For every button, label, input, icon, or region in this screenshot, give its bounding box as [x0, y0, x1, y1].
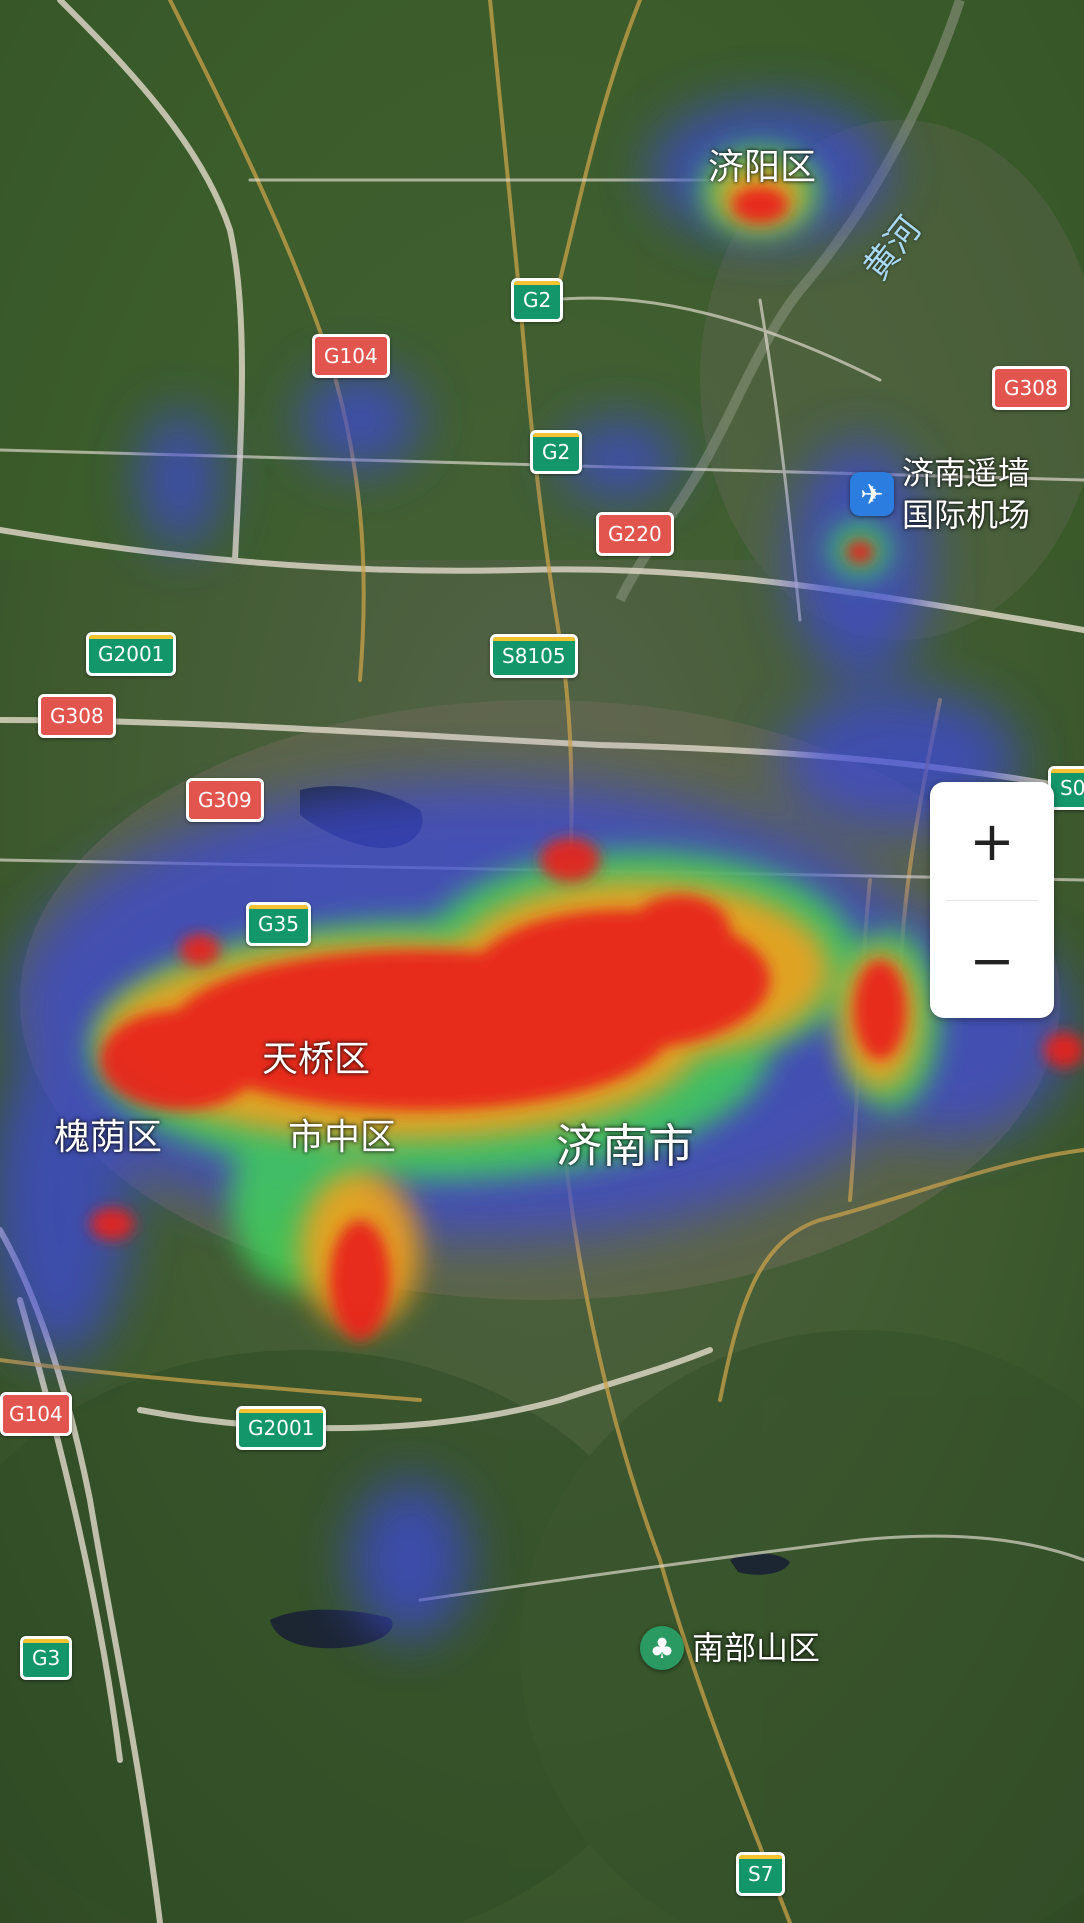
road-shield-g35[interactable]: G35 — [246, 902, 311, 946]
road-shield-g2001-west[interactable]: G2001 — [86, 632, 177, 676]
road-shield-g308-west[interactable]: G308 — [38, 694, 116, 738]
road-shield-g2001-south[interactable]: G2001 — [236, 1406, 327, 1450]
map-view[interactable]: 济阳区 黄河 天桥区 槐荫区 市中区 济南市 ✈ 济南遥墙 国际机场 ♣ 南部山… — [0, 0, 1084, 1923]
park-poi[interactable]: ♣ 南部山区 — [640, 1626, 820, 1670]
airplane-icon: ✈ — [850, 472, 894, 516]
zoom-in-button[interactable]: + — [930, 782, 1054, 900]
road-shield-s8105[interactable]: S8105 — [490, 634, 578, 678]
road-shield-g104-south[interactable]: G104 — [0, 1392, 72, 1436]
district-label-jiyang[interactable]: 济阳区 — [708, 138, 816, 190]
city-label[interactable]: 济南市 — [556, 1110, 694, 1176]
airport-poi[interactable]: ✈ 济南遥墙 国际机场 — [850, 452, 1030, 536]
zoom-out-button[interactable]: − — [930, 901, 1054, 1018]
airport-name-line1: 济南遥墙 — [902, 454, 1031, 492]
district-label-shizhong[interactable]: 市中区 — [288, 1108, 396, 1160]
airport-name-line2: 国际机场 — [902, 496, 1031, 534]
district-label-huaiyin[interactable]: 槐荫区 — [54, 1108, 162, 1160]
road-shield-g308-east[interactable]: G308 — [992, 366, 1070, 410]
airport-name: 济南遥墙 国际机场 — [902, 452, 1030, 536]
zoom-control: + − — [930, 782, 1054, 1018]
road-shield-s7[interactable]: S7 — [736, 1852, 786, 1896]
district-label-tianqiao[interactable]: 天桥区 — [262, 1030, 370, 1082]
park-name: 南部山区 — [692, 1629, 821, 1667]
road-shield-g104-north[interactable]: G104 — [312, 334, 390, 378]
tree-icon: ♣ — [640, 1626, 684, 1670]
road-shield-g2-upper[interactable]: G2 — [511, 278, 564, 322]
road-shield-g2-lower[interactable]: G2 — [530, 430, 583, 474]
road-shield-g3[interactable]: G3 — [20, 1636, 73, 1680]
road-shield-g309[interactable]: G309 — [186, 778, 264, 822]
road-shield-g220[interactable]: G220 — [596, 512, 674, 556]
